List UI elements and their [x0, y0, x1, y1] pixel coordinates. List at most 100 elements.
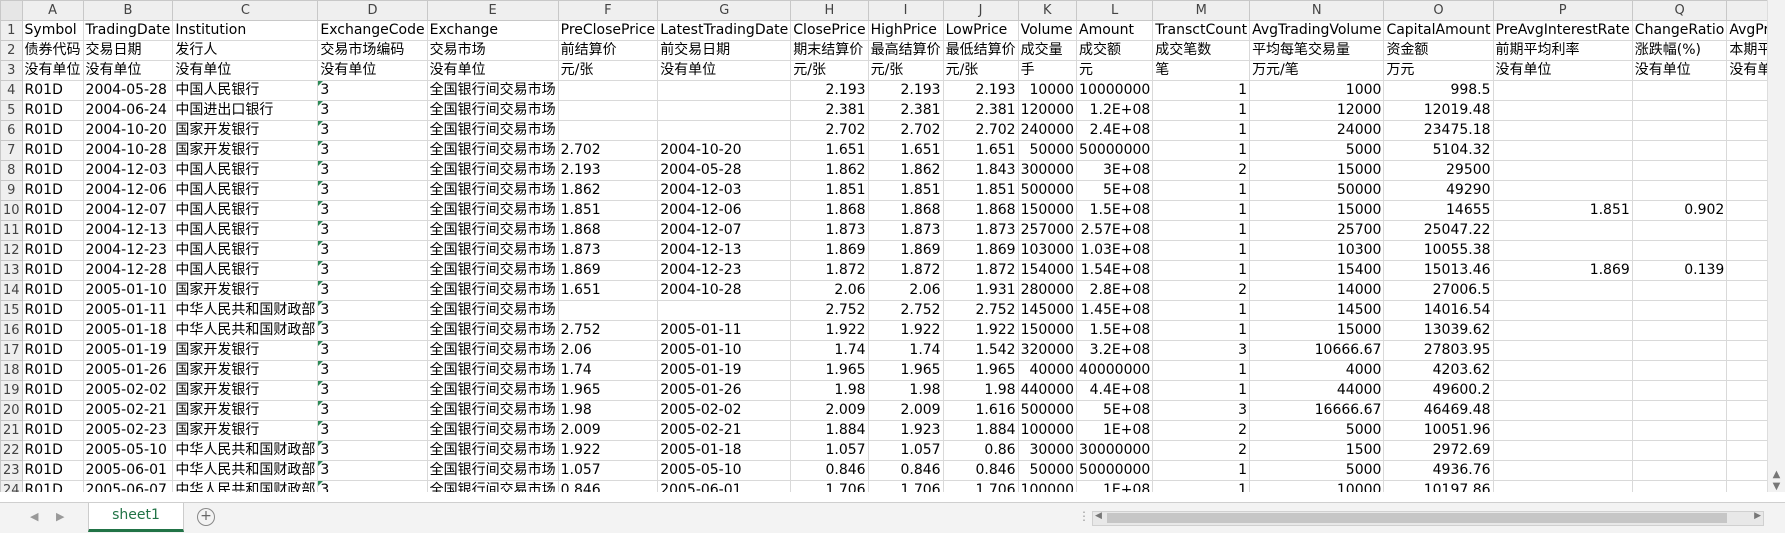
- cell[interactable]: 10000000: [1076, 80, 1154, 101]
- cell[interactable]: 全国银行间交易市场: [426, 300, 559, 321]
- cell[interactable]: 笔: [1152, 60, 1251, 81]
- cell[interactable]: 2.702: [790, 120, 869, 141]
- cell[interactable]: 3.2E+08: [1076, 340, 1154, 361]
- cell[interactable]: 1.851: [557, 200, 659, 221]
- cell[interactable]: 2005-05-10: [657, 460, 792, 481]
- cell[interactable]: 2004-12-23: [82, 240, 174, 261]
- cell[interactable]: 没有单位: [426, 60, 559, 81]
- cell[interactable]: 30000: [1017, 440, 1078, 461]
- cell[interactable]: R01D: [21, 200, 84, 221]
- cell[interactable]: TransctCount: [1152, 20, 1251, 41]
- row-header[interactable]: 16: [0, 320, 23, 341]
- cell[interactable]: 2004-10-20: [82, 120, 174, 141]
- cell[interactable]: 15000: [1249, 160, 1385, 181]
- cell[interactable]: 平均每笔交易量: [1249, 40, 1385, 61]
- cell[interactable]: 1: [1152, 300, 1251, 321]
- cell[interactable]: 2004-06-24: [82, 100, 174, 121]
- cell[interactable]: 中国人民银行: [172, 260, 319, 281]
- cell[interactable]: 1.891: [1726, 400, 1768, 421]
- cell[interactable]: 5000: [1249, 420, 1385, 441]
- cell[interactable]: R01D: [21, 180, 84, 201]
- cell[interactable]: 0.139: [1631, 260, 1728, 281]
- spreadsheet-grid[interactable]: ABCDEFGHIJKLMNOPQRSTUVWX1SymbolTradingDa…: [0, 0, 1768, 492]
- cell[interactable]: 中华人民共和国财政部: [172, 320, 319, 341]
- cell[interactable]: 3: [317, 480, 428, 492]
- cell[interactable]: 2005-02-02: [657, 400, 792, 421]
- cell[interactable]: 元/张: [867, 60, 944, 81]
- cell[interactable]: 没有单位: [657, 60, 792, 81]
- cell[interactable]: 3: [317, 320, 428, 341]
- cell[interactable]: 120000: [1017, 100, 1078, 121]
- cell[interactable]: 手: [1017, 60, 1078, 81]
- cell[interactable]: R01D: [21, 480, 84, 492]
- column-header[interactable]: B: [82, 0, 174, 21]
- cell[interactable]: PreAvgInterestRate: [1492, 20, 1633, 41]
- cell[interactable]: 没有单位: [1726, 60, 1768, 81]
- cell[interactable]: 50000: [1249, 180, 1385, 201]
- cell[interactable]: [1631, 420, 1728, 441]
- column-header[interactable]: C: [172, 0, 319, 21]
- cell[interactable]: 1.542: [942, 340, 1019, 361]
- cell[interactable]: 本期平均利率: [1726, 40, 1768, 61]
- cell[interactable]: [1492, 400, 1633, 421]
- cell[interactable]: 1.98: [790, 380, 869, 401]
- cell[interactable]: 1.884: [942, 420, 1019, 441]
- cell[interactable]: 998.5: [1383, 80, 1494, 101]
- row-header[interactable]: 1: [0, 20, 23, 41]
- cell[interactable]: 全国银行间交易市场: [426, 320, 559, 341]
- row-header[interactable]: 24: [0, 480, 23, 492]
- cell[interactable]: 2.702: [942, 120, 1019, 141]
- cell[interactable]: 2.193: [1726, 80, 1768, 101]
- cell[interactable]: 2.702: [1726, 120, 1768, 141]
- cell[interactable]: 2005-06-01: [657, 480, 792, 492]
- cell[interactable]: [1492, 360, 1633, 381]
- cell[interactable]: 2.4E+08: [1076, 120, 1154, 141]
- cell[interactable]: 14000: [1249, 280, 1385, 301]
- cell[interactable]: 1: [1152, 80, 1251, 101]
- cell[interactable]: 1.706: [867, 480, 944, 492]
- cell[interactable]: 期末结算价: [790, 40, 869, 61]
- cell[interactable]: 2005-01-19: [82, 340, 174, 361]
- cell[interactable]: 最高结算价: [867, 40, 944, 61]
- cell[interactable]: 10000: [1249, 480, 1385, 492]
- cell[interactable]: 1.851: [790, 180, 869, 201]
- cell[interactable]: 2972.69: [1383, 440, 1494, 461]
- cell[interactable]: 24000: [1249, 120, 1385, 141]
- cell[interactable]: 1.862: [867, 160, 944, 181]
- cell[interactable]: 交易市场: [426, 40, 559, 61]
- cell[interactable]: 10197.86: [1383, 480, 1494, 492]
- cell[interactable]: 3: [317, 200, 428, 221]
- horizontal-scrollbar[interactable]: ◀ ▶: [1092, 511, 1764, 526]
- row-header[interactable]: 9: [0, 180, 23, 201]
- cell[interactable]: 1.869: [790, 240, 869, 261]
- cell[interactable]: 2004-12-06: [657, 200, 792, 221]
- cell[interactable]: 2005-01-18: [657, 440, 792, 461]
- cell[interactable]: 1.651: [942, 140, 1019, 161]
- cell[interactable]: 中国人民银行: [172, 220, 319, 241]
- cell[interactable]: 2.06: [790, 280, 869, 301]
- cell[interactable]: 10300: [1249, 240, 1385, 261]
- cell[interactable]: 中国人民银行: [172, 200, 319, 221]
- cell[interactable]: 全国银行间交易市场: [426, 460, 559, 481]
- cell[interactable]: 49600.2: [1383, 380, 1494, 401]
- cell[interactable]: 1.651: [557, 280, 659, 301]
- cell[interactable]: 12000: [1249, 100, 1385, 121]
- cell[interactable]: [1631, 440, 1728, 461]
- cell[interactable]: 1.45E+08: [1076, 300, 1154, 321]
- cell[interactable]: 1.869: [557, 260, 659, 281]
- cell[interactable]: 3: [317, 220, 428, 241]
- cell[interactable]: [1492, 100, 1633, 121]
- cell[interactable]: 元/张: [942, 60, 1019, 81]
- cell[interactable]: [1631, 380, 1728, 401]
- cell[interactable]: 2005-01-26: [657, 380, 792, 401]
- cell[interactable]: 1.651: [867, 140, 944, 161]
- cell[interactable]: 全国银行间交易市场: [426, 420, 559, 441]
- cell[interactable]: R01D: [21, 400, 84, 421]
- row-header[interactable]: 14: [0, 280, 23, 301]
- cell[interactable]: 25047.22: [1383, 220, 1494, 241]
- cell[interactable]: 1.922: [1726, 320, 1768, 341]
- cell[interactable]: 10666.67: [1249, 340, 1385, 361]
- cell[interactable]: 1.706: [790, 480, 869, 492]
- cell[interactable]: 2005-02-23: [82, 420, 174, 441]
- cell[interactable]: 没有单位: [1631, 60, 1728, 81]
